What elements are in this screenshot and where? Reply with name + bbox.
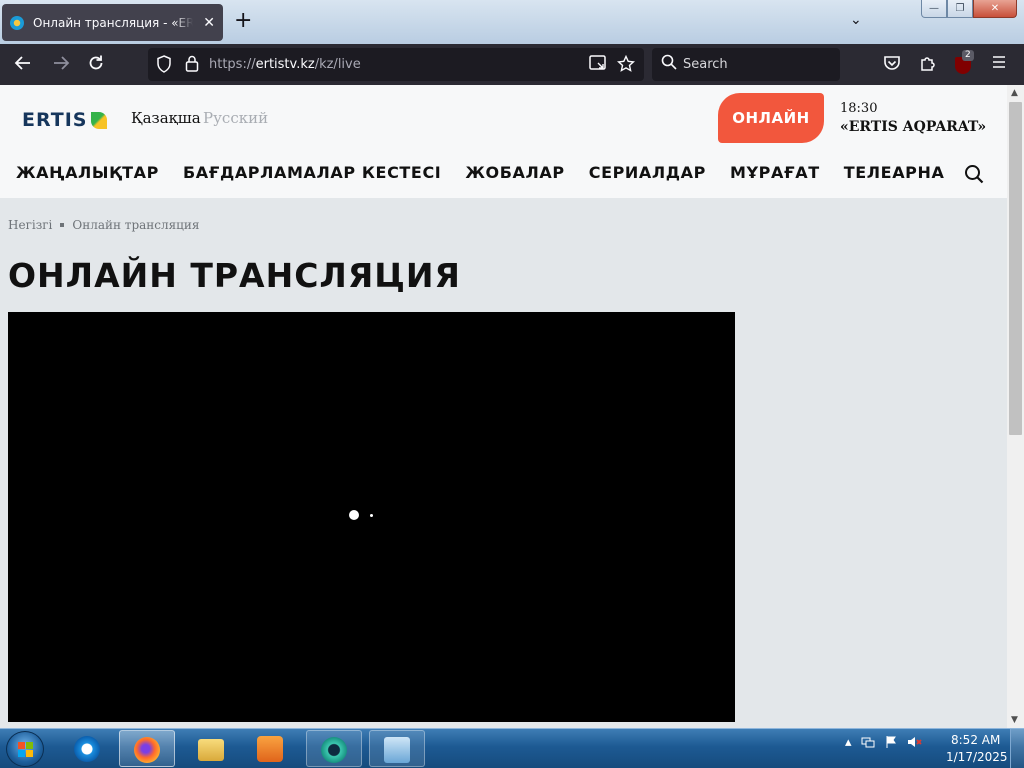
- taskbar-media-player[interactable]: [243, 730, 299, 767]
- extensions-puzzle-icon[interactable]: [919, 54, 937, 77]
- system-tray: ▴: [845, 735, 923, 753]
- breadcrumb-home[interactable]: Негізгі: [8, 218, 52, 232]
- url-path: /kz/live: [314, 57, 361, 72]
- tracking-shield-icon[interactable]: [156, 55, 172, 77]
- scroll-up-arrow-icon[interactable]: ▲: [1011, 88, 1018, 98]
- extension-badge: 2: [962, 50, 974, 61]
- nav-item-projects[interactable]: ЖОБАЛАР: [465, 163, 564, 182]
- site-header: ERTIS Қазақша Русский ОНЛАЙН 18:30 «ERTI…: [0, 85, 1007, 198]
- new-tab-button[interactable]: +: [234, 10, 252, 32]
- taskbar-media-app[interactable]: [306, 730, 362, 767]
- windows-logo-icon: [18, 742, 34, 758]
- picture-in-picture-icon[interactable]: [589, 55, 607, 75]
- vertical-scrollbar[interactable]: ▲ ▼: [1007, 85, 1024, 728]
- nav-item-channel[interactable]: ТЕЛЕАРНА: [844, 163, 945, 182]
- forward-arrow-icon[interactable]: [52, 54, 70, 77]
- window-controls: — ❐ ✕: [921, 0, 1017, 18]
- breadcrumb: Негізгі Онлайн трансляция: [8, 218, 199, 232]
- now-playing-title[interactable]: «ERTIS AQPARAT»: [840, 119, 986, 135]
- tab-list-chevron-icon[interactable]: ⌄: [850, 12, 862, 28]
- nav-item-series[interactable]: СЕРИАЛДАР: [589, 163, 706, 182]
- tab-close-icon[interactable]: ✕: [203, 16, 215, 30]
- internet-explorer-icon: [74, 736, 100, 762]
- site-search-icon[interactable]: [964, 164, 984, 189]
- firefox-icon: [134, 737, 160, 763]
- tab-title: Онлайн трансляция - «ERTIS»: [33, 15, 194, 30]
- show-desktop-button[interactable]: [1010, 729, 1024, 768]
- url-text[interactable]: https://ertistv.kz/kz/live: [209, 57, 361, 72]
- url-host: ertistv.kz: [255, 57, 315, 72]
- scroll-thumb[interactable]: [1009, 102, 1022, 435]
- live-button[interactable]: ОНЛАЙН: [718, 93, 824, 143]
- browser-navbar: https://ertistv.kz/kz/live Search 2: [0, 44, 1024, 85]
- ertis-logo[interactable]: ERTIS: [22, 109, 108, 131]
- volume-muted-icon[interactable]: [907, 735, 923, 753]
- lock-icon[interactable]: [185, 55, 199, 76]
- taskbar-control-panel[interactable]: [369, 730, 425, 767]
- browser-tab-active[interactable]: Онлайн трансляция - «ERTIS» ✕: [2, 4, 223, 41]
- url-bar[interactable]: https://ertistv.kz/kz/live: [148, 48, 644, 81]
- loading-spinner-dot-small: [370, 514, 373, 517]
- taskbar-internet-explorer[interactable]: [60, 730, 116, 767]
- now-playing-time: 18:30: [840, 101, 878, 116]
- bookmark-star-icon[interactable]: [616, 54, 636, 77]
- search-icon: [661, 54, 677, 74]
- nav-item-news[interactable]: ЖАҢАЛЫҚТАР: [16, 163, 159, 182]
- language-russian[interactable]: Русский: [203, 109, 268, 127]
- search-bar[interactable]: Search: [652, 48, 840, 81]
- logo-mark-icon: [91, 111, 108, 129]
- start-button[interactable]: [6, 731, 44, 767]
- reload-icon[interactable]: [87, 54, 105, 77]
- main-nav: ЖАҢАЛЫҚТАР БАҒДАРЛАМАЛАР КЕСТЕСІ ЖОБАЛАР…: [16, 163, 968, 182]
- taskbar-file-explorer[interactable]: [184, 730, 240, 767]
- taskbar-firefox[interactable]: [119, 730, 175, 767]
- folder-icon: [198, 739, 224, 761]
- browser-tabstrip: Онлайн трансляция - «ERTIS» ✕ + ⌄ — ❐ ✕: [0, 0, 1024, 44]
- scroll-down-arrow-icon[interactable]: ▼: [1011, 715, 1018, 725]
- breadcrumb-current: Онлайн трансляция: [72, 218, 200, 232]
- network-icon[interactable]: [861, 735, 875, 753]
- maximize-button[interactable]: ❐: [947, 0, 973, 18]
- back-arrow-icon[interactable]: [14, 54, 32, 77]
- media-app-icon: [321, 737, 347, 763]
- clock-time[interactable]: 8:52 AM: [951, 733, 1000, 747]
- page-viewport: ERTIS Қазақша Русский ОНЛАЙН 18:30 «ERTI…: [0, 85, 1007, 728]
- control-panel-icon: [384, 737, 410, 763]
- nav-item-schedule[interactable]: БАҒДАРЛАМАЛАР КЕСТЕСІ: [183, 163, 441, 182]
- page-title: ОНЛАЙН ТРАНСЛЯЦИЯ: [8, 256, 461, 295]
- breadcrumb-separator: [60, 223, 65, 227]
- loading-spinner-dot: [349, 510, 359, 520]
- nav-item-archive[interactable]: МҰРАҒАТ: [730, 163, 820, 182]
- minimize-button[interactable]: —: [921, 0, 947, 18]
- video-player[interactable]: [8, 312, 735, 722]
- action-center-flag-icon[interactable]: [884, 735, 898, 753]
- clock-date[interactable]: 1/17/2025: [946, 750, 1008, 764]
- language-kazakh[interactable]: Қазақша: [131, 109, 201, 127]
- search-placeholder: Search: [683, 57, 728, 72]
- logo-text: ERTIS: [22, 109, 88, 131]
- taskbar: ▴ 8:52 AM 1/17/2025: [0, 728, 1024, 768]
- media-player-icon: [257, 736, 283, 762]
- url-scheme: https://: [209, 57, 256, 72]
- close-window-button[interactable]: ✕: [973, 0, 1017, 18]
- hamburger-menu-icon[interactable]: [991, 54, 1007, 75]
- pocket-icon[interactable]: [883, 54, 901, 77]
- ertis-favicon-icon: [10, 15, 24, 30]
- show-hidden-icons-arrow-icon[interactable]: ▴: [845, 735, 852, 753]
